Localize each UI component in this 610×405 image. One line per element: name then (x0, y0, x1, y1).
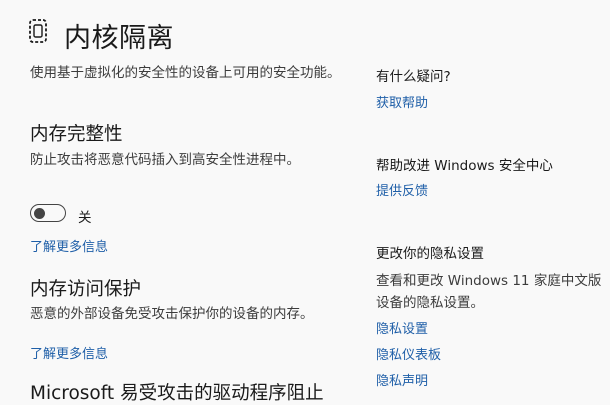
memory-integrity-heading: 内存完整性 (30, 124, 123, 145)
privacy-statement-link[interactable]: 隐私声明 (376, 370, 428, 389)
driver-blocklist-heading: Microsoft 易受攻击的驱动程序阻止 (30, 383, 324, 404)
privacy-description: 查看和更改 Windows 11 家庭中文版设备的隐私设置。 (376, 273, 602, 311)
improve-heading: 帮助改进 Windows 安全中心 (376, 158, 553, 174)
get-help-link[interactable]: 获取帮助 (376, 92, 428, 111)
chip-shield-icon (28, 18, 48, 44)
privacy-heading: 更改你的隐私设置 (376, 246, 484, 262)
privacy-dashboard-link[interactable]: 隐私仪表板 (376, 344, 441, 363)
privacy-settings-link[interactable]: 隐私设置 (376, 318, 428, 337)
memory-integrity-description: 防止攻击将恶意代码插入到高安全性进程中。 (30, 152, 300, 168)
memory-access-protection-description: 恶意的外部设备免受攻击保护你的设备的内存。 (30, 306, 314, 322)
memory-integrity-learn-more-link[interactable]: 了解更多信息 (30, 236, 108, 255)
memory-access-protection-learn-more-link[interactable]: 了解更多信息 (30, 343, 108, 362)
questions-heading: 有什么疑问? (376, 69, 451, 85)
page-title: 内核隔离 (64, 23, 174, 54)
feedback-link[interactable]: 提供反馈 (376, 180, 428, 199)
toggle-knob (34, 207, 45, 219)
memory-integrity-toggle-label: 关 (78, 210, 92, 226)
memory-integrity-toggle[interactable] (30, 204, 66, 222)
page-description: 使用基于虚拟化的安全性的设备上可用的安全功能。 (30, 65, 341, 81)
memory-access-protection-heading: 内存访问保护 (30, 279, 142, 300)
